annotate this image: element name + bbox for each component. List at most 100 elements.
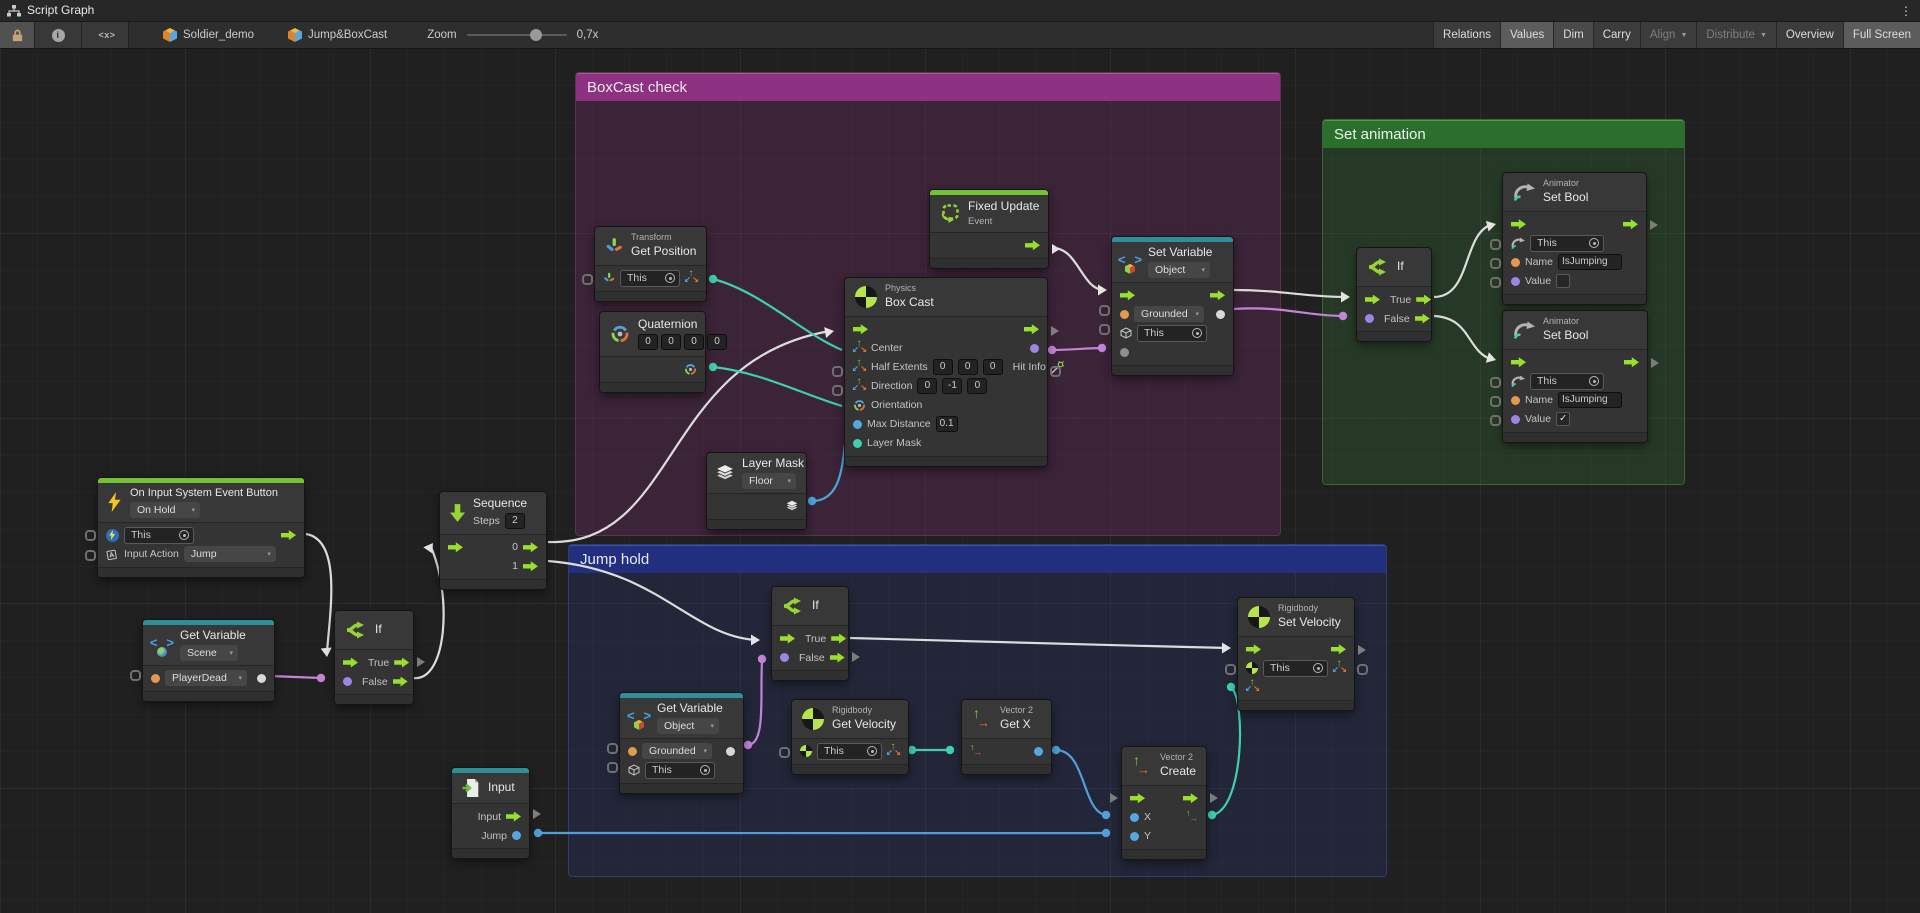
- float-output-port[interactable]: [1034, 747, 1043, 756]
- port[interactable]: [779, 747, 790, 758]
- output-0-port[interactable]: [523, 542, 538, 552]
- dim-button[interactable]: Dim: [1553, 22, 1592, 48]
- control-output-connector[interactable]: [1358, 645, 1366, 655]
- node-if-main[interactable]: If True False: [335, 611, 413, 704]
- node-fixed-update[interactable]: Fixed UpdateEvent: [930, 190, 1048, 268]
- control-input-connector[interactable]: [1110, 793, 1118, 803]
- group-header[interactable]: Jump hold: [569, 545, 1386, 573]
- this-field[interactable]: This: [1530, 235, 1604, 252]
- control-output-port[interactable]: [1024, 324, 1039, 334]
- control-output-connector[interactable]: [1651, 358, 1659, 368]
- node-vector2-create[interactable]: ↑→ Vector 2Create X↑→ Y: [1122, 747, 1206, 859]
- lock-button[interactable]: [0, 22, 35, 48]
- object-port[interactable]: [1099, 324, 1110, 335]
- quaternion-w[interactable]: 0: [707, 334, 727, 350]
- false-connector[interactable]: [852, 652, 860, 662]
- distribute-button[interactable]: Distribute▼: [1696, 22, 1776, 48]
- more-menu-icon[interactable]: ⋮: [1900, 4, 1912, 18]
- breadcrumb-root[interactable]: Soldier_demo: [163, 28, 254, 42]
- control-output-connector[interactable]: [1650, 220, 1658, 230]
- node-get-variable-object[interactable]: <> Get Variable Object▾ Grounded▾ This: [620, 693, 743, 793]
- carry-button[interactable]: Carry: [1593, 22, 1640, 48]
- node-get-velocity[interactable]: RigidbodyGet Velocity This ↑↙↘: [792, 700, 908, 774]
- node-layer-mask[interactable]: Layer Mask Floor▾: [707, 453, 806, 529]
- variable-name-dropdown[interactable]: PlayerDead▾: [165, 670, 247, 686]
- half-extents-z[interactable]: 0: [983, 359, 1003, 375]
- port[interactable]: [1490, 258, 1501, 269]
- control-input-port[interactable]: [780, 634, 795, 644]
- values-button[interactable]: Values: [1500, 22, 1553, 48]
- control-input-port[interactable]: [1365, 295, 1380, 305]
- true-output-port[interactable]: [831, 634, 846, 644]
- direction-port[interactable]: [832, 385, 843, 396]
- relations-button[interactable]: Relations: [1433, 22, 1500, 48]
- quaternion-x[interactable]: 0: [638, 334, 658, 350]
- value-output-port[interactable]: [257, 674, 266, 683]
- object-picker-icon[interactable]: [1589, 376, 1599, 386]
- condition-port[interactable]: [780, 653, 789, 662]
- control-output-port[interactable]: [1331, 644, 1346, 654]
- float-input-port[interactable]: [853, 420, 862, 429]
- breadcrumb-graph[interactable]: Jump&BoxCast: [288, 28, 387, 42]
- output-1-port[interactable]: [523, 561, 538, 571]
- node-get-variable-scene[interactable]: <> Get Variable Scene▾ PlayerDead▾: [143, 620, 274, 701]
- object-picker-icon[interactable]: [1313, 663, 1323, 673]
- variable-scope-dropdown[interactable]: Scene▾: [180, 645, 238, 661]
- quaternion-y[interactable]: 0: [661, 334, 681, 350]
- this-field[interactable]: This: [645, 762, 715, 779]
- direction-y[interactable]: -1: [942, 378, 962, 394]
- max-distance-value[interactable]: 0.1: [936, 416, 958, 432]
- direction-x[interactable]: 0: [917, 378, 937, 394]
- control-input-port[interactable]: [1511, 357, 1526, 367]
- object-picker-icon[interactable]: [700, 765, 710, 775]
- name-port[interactable]: [1511, 258, 1520, 267]
- node-if-animation[interactable]: If True False: [1357, 248, 1431, 341]
- control-input-port[interactable]: [448, 542, 463, 552]
- name-port[interactable]: [151, 674, 160, 683]
- mode-dropdown[interactable]: On Hold▾: [130, 502, 200, 518]
- condition-port[interactable]: [343, 677, 352, 686]
- layer-dropdown[interactable]: Floor▾: [742, 473, 796, 489]
- fullscreen-button[interactable]: Full Screen: [1843, 22, 1920, 48]
- control-output-port[interactable]: [1210, 290, 1225, 300]
- control-input-port[interactable]: [1130, 793, 1145, 803]
- node-sequence[interactable]: Sequence Steps2 0 1: [440, 492, 546, 589]
- info-button[interactable]: i: [35, 22, 82, 48]
- graph-canvas[interactable]: BoxCast check Jump hold Set animation: [0, 48, 1920, 913]
- object-picker-icon[interactable]: [867, 746, 877, 756]
- control-output-connector[interactable]: [533, 809, 541, 819]
- this-field[interactable]: This: [1263, 660, 1328, 677]
- node-set-bool-2[interactable]: AnimatorSet Bool This NameIsJumping Valu…: [1503, 311, 1647, 442]
- port[interactable]: [1490, 277, 1501, 288]
- x-input-port[interactable]: [1130, 813, 1139, 822]
- control-input-port[interactable]: [1120, 290, 1135, 300]
- group-header[interactable]: BoxCast check: [576, 73, 1280, 101]
- this-field[interactable]: This: [817, 743, 882, 760]
- name-port[interactable]: [628, 747, 637, 756]
- control-output-connector[interactable]: [1052, 244, 1060, 254]
- port[interactable]: [85, 530, 96, 541]
- half-extents-x[interactable]: 0: [933, 359, 953, 375]
- control-output-port[interactable]: [281, 530, 296, 540]
- steps-value[interactable]: 2: [505, 513, 525, 529]
- node-vector2-get-x[interactable]: ↑→ Vector 2Get X ↑→: [962, 700, 1051, 774]
- port[interactable]: [1490, 396, 1501, 407]
- true-connector[interactable]: [417, 657, 425, 667]
- false-output-port[interactable]: [1415, 314, 1430, 324]
- false-output-port[interactable]: [830, 653, 845, 663]
- node-quaternion[interactable]: Quaternion 0 0 0 0: [600, 312, 705, 392]
- variable-name-dropdown[interactable]: Grounded▾: [1134, 306, 1204, 322]
- port[interactable]: [1225, 664, 1236, 675]
- control-input-port[interactable]: [1511, 219, 1526, 229]
- port[interactable]: [607, 743, 618, 754]
- variable-scope-dropdown[interactable]: Object▾: [1148, 262, 1210, 278]
- value-port[interactable]: [1511, 277, 1520, 286]
- port[interactable]: [130, 670, 141, 681]
- port[interactable]: [1490, 377, 1501, 388]
- input-port[interactable]: [582, 274, 593, 285]
- port[interactable]: [1357, 664, 1368, 675]
- true-output-port[interactable]: [394, 658, 409, 668]
- control-input-port[interactable]: [853, 324, 868, 334]
- control-output-connector[interactable]: [1051, 326, 1059, 336]
- variable-scope-dropdown[interactable]: Object▾: [657, 718, 719, 734]
